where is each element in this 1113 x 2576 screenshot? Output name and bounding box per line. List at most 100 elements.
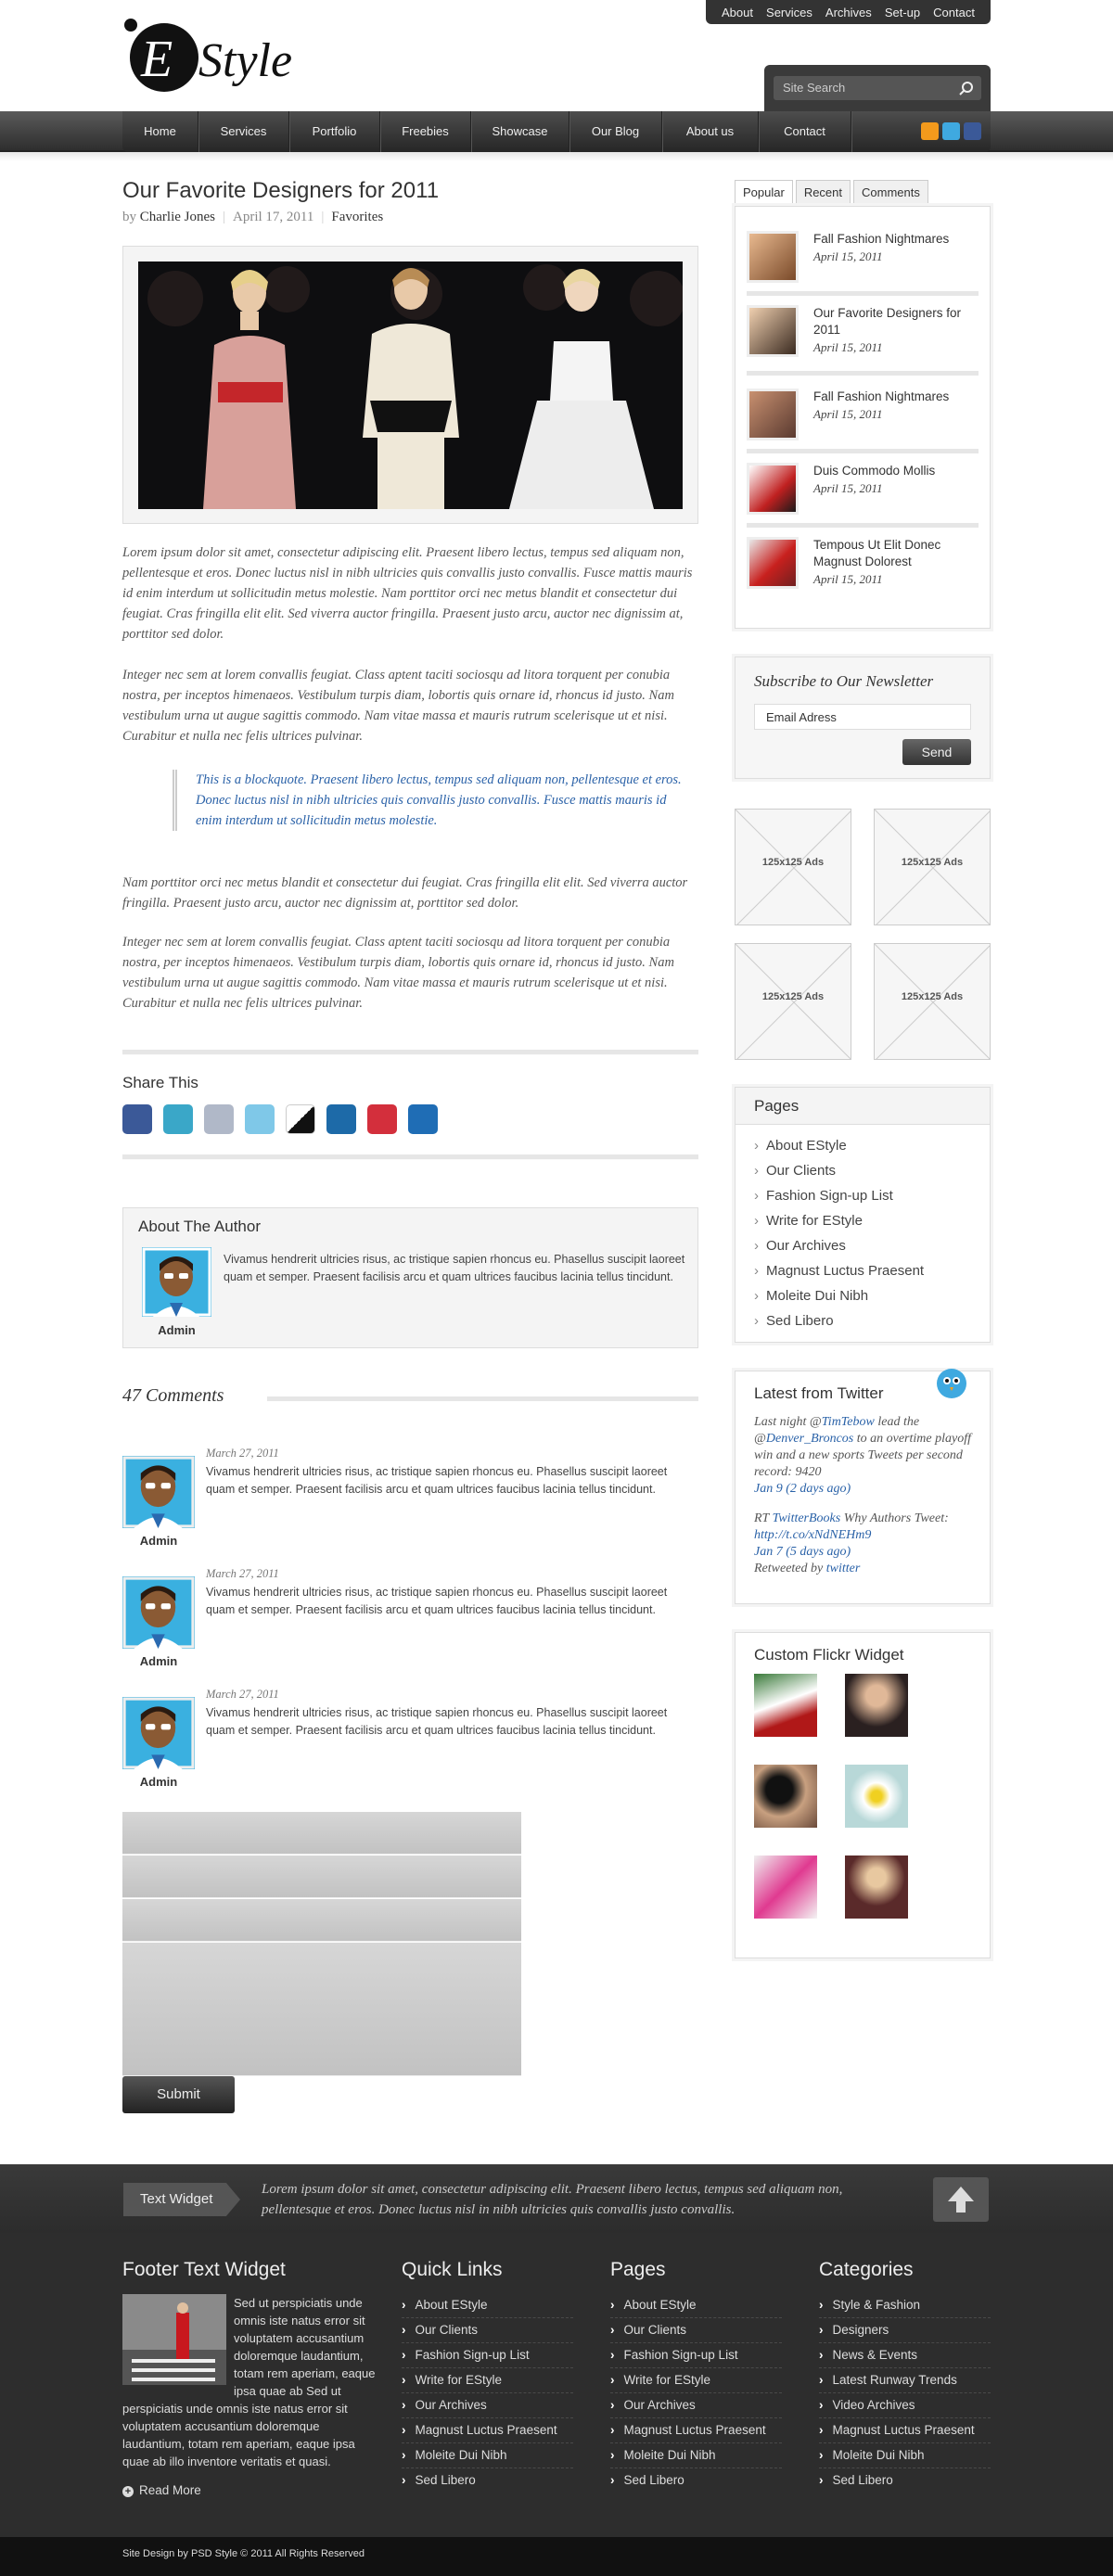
ad-banner[interactable]: 125x125 Ads (874, 943, 991, 1060)
popular-post-title[interactable]: Fall Fashion Nightmares (813, 389, 980, 405)
quick-link[interactable]: Our Archives (402, 2398, 573, 2418)
search-input[interactable]: Site Search (774, 76, 981, 100)
popular-post-item[interactable]: Fall Fashion Nightmares April 15, 2011 (747, 389, 979, 453)
popular-post-item[interactable]: Duis Commodo Mollis April 15, 2011 (747, 463, 979, 528)
back-to-top-button[interactable] (933, 2177, 989, 2222)
page-link[interactable]: Fashion Sign-up List (754, 1188, 893, 1204)
footer-page-link[interactable]: Moleite Dui Nibh (610, 2448, 782, 2468)
delicious-icon[interactable] (286, 1104, 315, 1134)
category-link[interactable]: Sed Libero (819, 2473, 991, 2493)
tab-recent[interactable]: Recent (795, 180, 851, 205)
page-link[interactable]: Our Archives (754, 1238, 846, 1254)
flickr-photo[interactable] (845, 1674, 908, 1737)
flickr-photo[interactable] (754, 1855, 817, 1919)
nav-home[interactable]: Home (122, 111, 198, 152)
top-nav-archives[interactable]: Archives (825, 6, 872, 19)
tweet-date[interactable]: Jan 7 (5 days ago) (754, 1544, 981, 1561)
quick-link[interactable]: Fashion Sign-up List (402, 2348, 573, 2368)
facebook-icon[interactable] (122, 1104, 152, 1134)
top-nav-contact[interactable]: Contact (933, 6, 975, 19)
popular-post-item[interactable]: Fall Fashion Nightmares April 15, 2011 (747, 231, 979, 296)
popular-post-title[interactable]: Fall Fashion Nightmares (813, 231, 980, 248)
top-nav-about[interactable]: About (722, 6, 753, 19)
tweet-link[interactable]: http://t.co/xNdNEHm9 (754, 1528, 871, 1542)
tweet-user-link[interactable]: Denver_Broncos (766, 1432, 853, 1446)
category-link[interactable]: Style & Fashion (819, 2298, 991, 2318)
ad-banner[interactable]: 125x125 Ads (735, 809, 851, 925)
popular-post-item[interactable]: Our Favorite Designers for 2011 April 15… (747, 305, 979, 376)
quick-link[interactable]: Write for EStyle (402, 2373, 573, 2393)
footer-page-link[interactable]: Write for EStyle (610, 2373, 782, 2393)
footer-page-link[interactable]: Magnust Luctus Praesent (610, 2423, 782, 2443)
quick-link[interactable]: Magnust Luctus Praesent (402, 2423, 573, 2443)
category-link[interactable]: Magnust Luctus Praesent (819, 2423, 991, 2443)
footer-page-link[interactable]: Sed Libero (610, 2473, 782, 2493)
flickr-photo[interactable] (754, 1765, 817, 1828)
page-link[interactable]: About EStyle (754, 1138, 847, 1154)
category-link[interactable]: News & Events (819, 2348, 991, 2368)
nav-our-blog[interactable]: Our Blog (569, 111, 662, 152)
page-link[interactable]: Sed Libero (754, 1313, 834, 1329)
ad-banner[interactable]: 125x125 Ads (874, 809, 991, 925)
category-link[interactable]: Latest Runway Trends (819, 2373, 991, 2393)
category-link[interactable]: Moleite Dui Nibh (819, 2448, 991, 2468)
nav-about-us[interactable]: About us (662, 111, 759, 152)
tweet-user-link[interactable]: twitter (826, 1562, 861, 1575)
footer-page-link[interactable]: Our Archives (610, 2398, 782, 2418)
tweet-date[interactable]: Jan 9 (2 days ago) (754, 1481, 981, 1498)
top-nav-setup[interactable]: Set-up (885, 6, 920, 19)
popular-post-title[interactable]: Duis Commodo Mollis (813, 463, 980, 479)
linkedin-icon[interactable] (408, 1104, 438, 1134)
post-category-link[interactable]: Favorites (331, 210, 383, 224)
top-nav-services[interactable]: Services (766, 6, 812, 19)
popular-post-item[interactable]: Tempous Ut Elit Donec Magnust Dolorest A… (747, 537, 979, 607)
nav-services[interactable]: Services (198, 111, 289, 152)
myspace-icon[interactable] (367, 1104, 397, 1134)
popular-post-title[interactable]: Tempous Ut Elit Donec Magnust Dolorest (813, 537, 980, 570)
page-link[interactable]: Write for EStyle (754, 1213, 863, 1229)
site-logo[interactable]: E Style (122, 17, 322, 95)
email-field[interactable] (122, 1855, 521, 1898)
page-link[interactable]: Magnust Luctus Praesent (754, 1263, 924, 1279)
tab-comments[interactable]: Comments (853, 180, 928, 205)
page-link[interactable]: Moleite Dui Nibh (754, 1288, 868, 1304)
flickr-photo[interactable] (754, 1674, 817, 1737)
footer-page-link[interactable]: Fashion Sign-up List (610, 2348, 782, 2368)
digg-icon[interactable] (326, 1104, 356, 1134)
search-icon[interactable] (959, 81, 974, 96)
twitter-icon[interactable] (245, 1104, 275, 1134)
flickr-photo[interactable] (845, 1765, 908, 1828)
stumbleupon-icon[interactable] (163, 1104, 193, 1134)
category-link[interactable]: Video Archives (819, 2398, 991, 2418)
website-field[interactable] (122, 1899, 521, 1942)
newsletter-email-input[interactable]: Email Adress (754, 704, 971, 730)
category-link[interactable]: Designers (819, 2323, 991, 2343)
submit-button[interactable]: Submit (122, 2076, 235, 2113)
quick-link[interactable]: About EStyle (402, 2298, 573, 2318)
page-link[interactable]: Our Clients (754, 1163, 836, 1179)
facebook-icon[interactable] (964, 122, 981, 140)
post-author-link[interactable]: Charlie Jones (140, 210, 215, 224)
rss-icon[interactable] (921, 122, 939, 140)
footer-page-link[interactable]: Our Clients (610, 2323, 782, 2343)
read-more-link[interactable]: + Read More (122, 2483, 201, 2497)
nav-portfolio[interactable]: Portfolio (289, 111, 380, 152)
comment-textarea[interactable] (122, 1943, 521, 2076)
flickr-photo[interactable] (845, 1855, 908, 1919)
tweet-user-link[interactable]: TimTebow (822, 1415, 875, 1429)
footer-page-link[interactable]: About EStyle (610, 2298, 782, 2318)
popular-post-title[interactable]: Our Favorite Designers for 2011 (813, 305, 980, 338)
tweet-user-link[interactable]: TwitterBooks (773, 1511, 841, 1525)
quick-link[interactable]: Moleite Dui Nibh (402, 2448, 573, 2468)
newsletter-send-button[interactable]: Send (902, 739, 971, 765)
nav-freebies[interactable]: Freebies (380, 111, 471, 152)
name-field[interactable] (122, 1812, 521, 1855)
quick-link[interactable]: Sed Libero (402, 2473, 573, 2493)
google-icon[interactable] (204, 1104, 234, 1134)
ad-banner[interactable]: 125x125 Ads (735, 943, 851, 1060)
nav-contact[interactable]: Contact (759, 111, 851, 152)
quick-link[interactable]: Our Clients (402, 2323, 573, 2343)
nav-showcase[interactable]: Showcase (471, 111, 569, 152)
twitter-icon[interactable] (942, 122, 960, 140)
tab-popular[interactable]: Popular (735, 180, 793, 205)
